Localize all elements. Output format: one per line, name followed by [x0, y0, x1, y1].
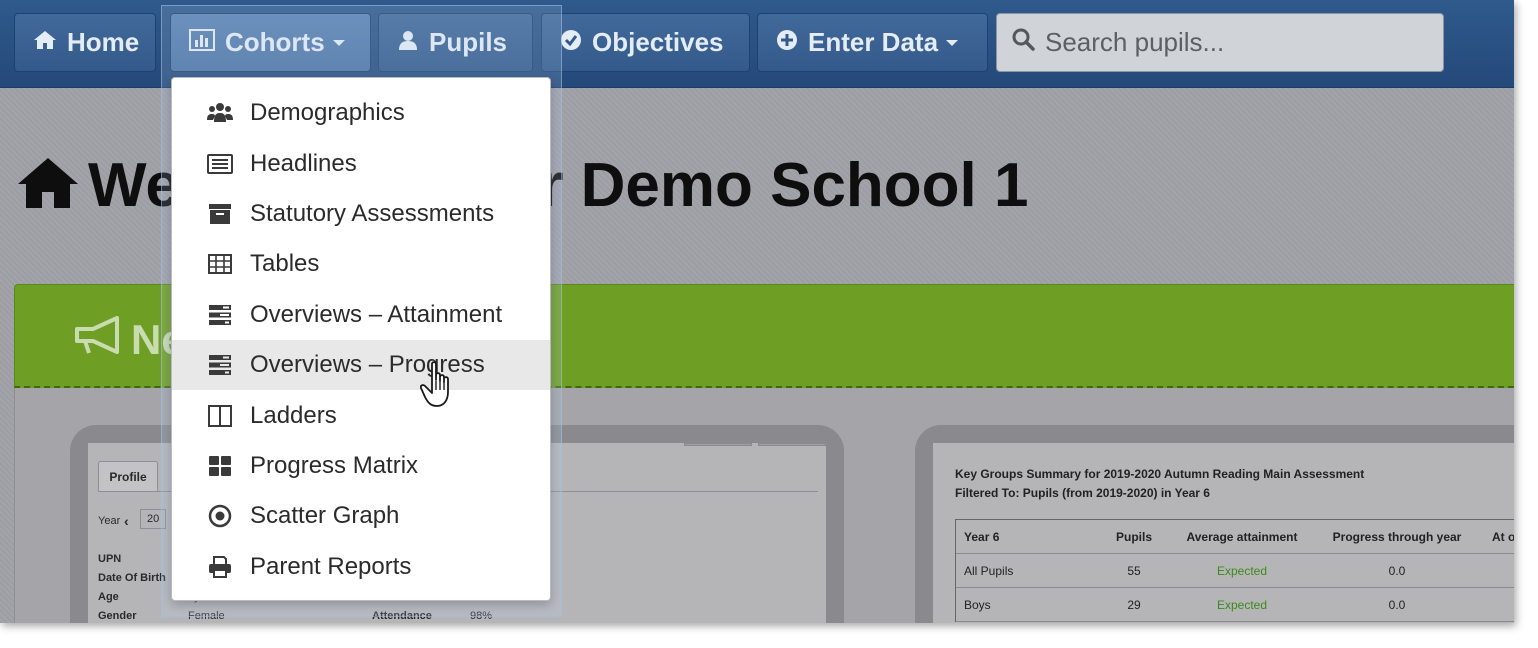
key-groups-table: Year 6 Pupils Average attainment Progres…: [955, 519, 1514, 622]
profile-tab: Profile: [98, 461, 158, 491]
menu-item-label: Demographics: [250, 99, 405, 127]
nav-home-button[interactable]: Home: [14, 13, 156, 72]
nav-home-label: Home: [67, 27, 140, 57]
menu-item-statutory-assessments[interactable]: Statutory Assessments: [172, 189, 550, 239]
app-window: Home Cohorts Pupils Objectives Enter Dat…: [0, 0, 1514, 623]
menu-item-headlines[interactable]: Headlines: [172, 138, 550, 188]
table-header: Pupils: [1115, 529, 1152, 544]
table-header: Average attainment: [1186, 529, 1298, 544]
check-circle-icon: [560, 27, 582, 58]
plus-circle-icon: [776, 27, 798, 58]
th-large-icon: [207, 453, 233, 479]
field-age: Age: [98, 591, 119, 603]
key-groups-filter: Filtered To: Pupils (from 2019-2020) in …: [955, 486, 1210, 500]
key-groups-title: Key Groups Summary for 2019-2020 Autumn …: [955, 467, 1365, 481]
tasks-icon: [207, 302, 233, 328]
field-dob: Date Of Birth: [98, 572, 166, 584]
table-cell: 55: [1127, 563, 1141, 578]
table-cell: All Pupils: [964, 563, 1014, 578]
table-header: Year 6: [964, 529, 1000, 544]
nav-enter-data-button[interactable]: Enter Data: [757, 13, 988, 72]
menu-item-label: Tables: [250, 250, 320, 278]
menu-item-parent-reports[interactable]: Parent Reports: [172, 542, 550, 592]
key-groups-preview-screen: Key Groups Summary for 2019-2020 Autumn …: [933, 443, 1514, 623]
table-cell: 29: [1127, 597, 1141, 612]
menu-item-overviews-progress[interactable]: Overviews – Progress: [172, 339, 550, 391]
menu-item-scatter-graph[interactable]: Scatter Graph: [172, 491, 550, 541]
chevron-down-icon: [946, 39, 959, 46]
nav-objectives-label: Objectives: [592, 27, 724, 57]
table-header-row: Year 6 Pupils Average attainment Progres…: [956, 520, 1514, 554]
menu-item-overviews-attainment[interactable]: Overviews – Attainment: [172, 290, 550, 340]
menu-item-label: Parent Reports: [250, 552, 412, 580]
search-box[interactable]: [996, 13, 1444, 72]
key-groups-preview-card: Key Groups Summary for 2019-2020 Autumn …: [915, 425, 1514, 623]
table-header: At o: [1492, 529, 1514, 544]
nav-enter-data-label: Enter Data: [808, 27, 939, 57]
table-row: All Pupils 55 Expected 0.0: [956, 554, 1514, 588]
menu-item-label: Scatter Graph: [250, 502, 400, 530]
menu-item-label: Overviews – Attainment: [250, 300, 503, 328]
nav-objectives-button[interactable]: Objectives: [541, 13, 750, 72]
table-cell: Expected: [1216, 597, 1268, 612]
archive-icon: [207, 201, 233, 227]
bullhorn-icon: [73, 315, 125, 365]
menu-item-label: Headlines: [250, 149, 357, 177]
menu-item-label: Statutory Assessments: [250, 199, 495, 227]
search-input[interactable]: [1045, 27, 1425, 58]
field-upn: UPN: [98, 553, 122, 565]
home-icon: [33, 27, 57, 58]
cohorts-dropdown-menu: Demographics Headlines Statutory Assessm…: [171, 77, 551, 601]
table-cell: Boys: [964, 597, 991, 612]
menu-item-ladders[interactable]: Ladders: [172, 390, 550, 440]
print-icon: [207, 554, 233, 580]
table-header: Progress through year: [1332, 529, 1462, 544]
chevron-left-icon: ‹: [124, 513, 129, 529]
tasks-icon: [207, 352, 233, 378]
menu-item-demographics[interactable]: Demographics: [172, 88, 550, 138]
preview-button: [758, 443, 826, 446]
table-cell: 0.0: [1388, 563, 1406, 578]
preview-button: [684, 443, 752, 446]
year-label: Year: [98, 515, 121, 527]
menu-item-label: Ladders: [250, 401, 337, 429]
columns-icon: [207, 403, 233, 429]
table-icon: [207, 251, 233, 277]
table-row: Boys 29 Expected 0.0: [956, 588, 1514, 622]
users-icon: [207, 100, 233, 126]
table-cell: 0.0: [1388, 597, 1406, 612]
home-icon: [16, 154, 80, 225]
search-icon: [1011, 27, 1035, 58]
list-alt-icon: [207, 151, 233, 177]
menu-item-label: Progress Matrix: [250, 451, 419, 479]
menu-item-tables[interactable]: Tables: [172, 239, 550, 289]
field-gender: Gender: [98, 610, 137, 622]
hand-cursor-icon: [420, 361, 449, 407]
dot-circle-icon: [207, 503, 233, 529]
table-cell: Expected: [1216, 563, 1268, 578]
menu-item-progress-matrix[interactable]: Progress Matrix: [172, 441, 550, 491]
